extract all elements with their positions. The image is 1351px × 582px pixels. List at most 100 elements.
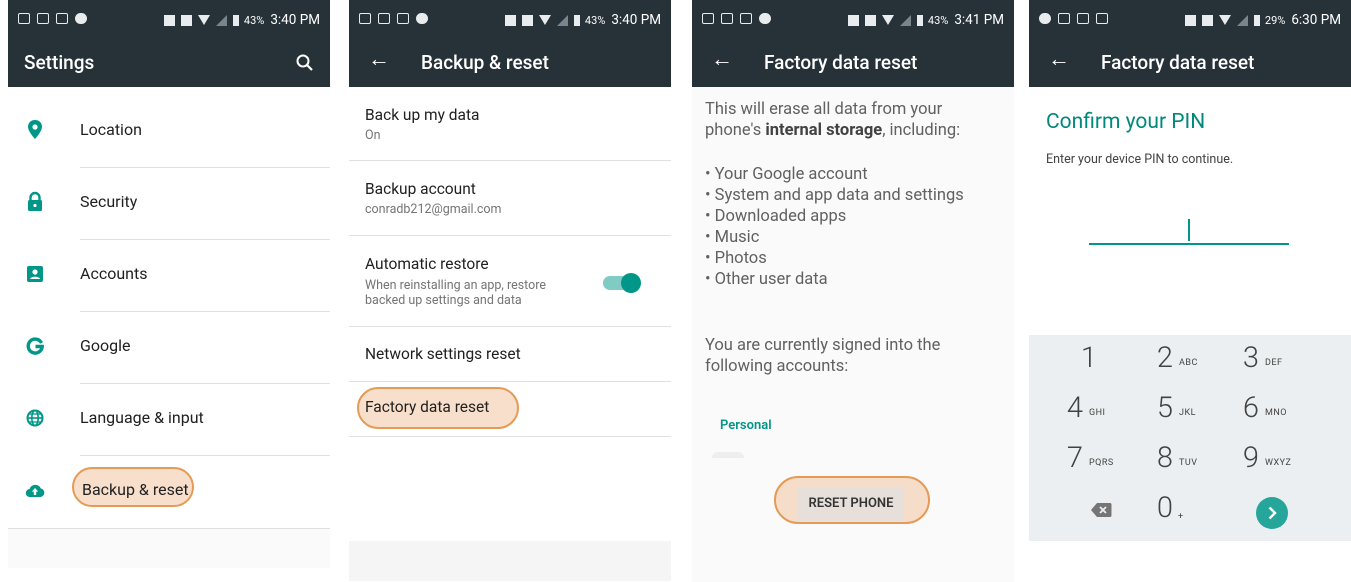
notification-icons xyxy=(18,13,94,24)
nfc-icon xyxy=(847,14,859,26)
backup-account-item[interactable]: Backup account conradb212@gmail.com xyxy=(349,161,671,235)
signal-icon xyxy=(1236,14,1248,26)
system-icons: 43% 3:40 PM xyxy=(499,12,661,28)
app-bar: ← Factory data reset xyxy=(692,40,1014,87)
back-arrow-icon[interactable]: ← xyxy=(368,49,390,71)
google-g-icon xyxy=(26,337,45,355)
settings-item-accounts[interactable]: Accounts xyxy=(8,239,330,311)
warning-text: , including: xyxy=(882,121,961,140)
gallery-notification-icon xyxy=(37,13,49,24)
network-settings-reset-item[interactable]: Network settings reset xyxy=(349,327,671,381)
settings-item-label: Accounts xyxy=(80,264,148,283)
key-digit: 7 xyxy=(1066,441,1083,475)
gallery-notification-icon xyxy=(378,13,390,24)
key-letters: GHI xyxy=(1089,408,1106,418)
signal-icon xyxy=(556,14,568,26)
key-7[interactable]: 7 PQRS xyxy=(1053,435,1133,485)
signed-in-line1: You are currently signed into the xyxy=(705,336,941,355)
clock: 3:41 PM xyxy=(954,12,1004,28)
nfc-icon xyxy=(504,14,516,26)
notification-icons xyxy=(702,13,778,24)
image-notification-icon xyxy=(359,13,371,24)
factory-reset-screen: 43% 3:41 PM ← Factory data reset This wi… xyxy=(692,0,1014,582)
confirm-pin-screen: 29% 6:30 PM ← Factory data reset Confirm… xyxy=(1029,0,1351,582)
settings-item-label: Language & input xyxy=(80,408,204,427)
app-bar: Settings xyxy=(8,40,330,87)
battery-percent: 43% xyxy=(584,13,606,27)
key-3[interactable]: 3 DEF xyxy=(1229,335,1309,385)
settings-item-google[interactable]: Google xyxy=(8,311,330,383)
status-bar: 43% 3:40 PM xyxy=(349,0,671,40)
signed-in-line2: following accounts: xyxy=(705,357,849,376)
image-notification-icon xyxy=(18,13,30,24)
battery-percent: 43% xyxy=(927,13,949,27)
key-digit: 2 xyxy=(1156,341,1173,375)
location-pin-icon xyxy=(28,120,42,139)
list-item: • Your Google account xyxy=(705,165,868,184)
search-icon[interactable] xyxy=(294,52,316,74)
wifi-icon xyxy=(197,15,210,25)
globe-icon xyxy=(26,409,44,427)
key-2[interactable]: 2 ABC xyxy=(1143,335,1223,385)
item-title: Network settings reset xyxy=(365,345,521,363)
key-8[interactable]: 8 TUV xyxy=(1143,435,1223,485)
key-9[interactable]: 9 WXYZ xyxy=(1229,435,1309,485)
automatic-restore-item[interactable]: Automatic restore When reinstalling an a… xyxy=(349,236,671,326)
settings-item-security[interactable]: Security xyxy=(8,167,330,239)
battery-icon xyxy=(916,14,923,26)
back-arrow-icon[interactable]: ← xyxy=(711,49,733,71)
key-1[interactable]: 1 xyxy=(1053,335,1133,385)
factory-data-reset-item[interactable]: Factory data reset xyxy=(349,382,671,436)
nfc-icon xyxy=(163,14,175,26)
reset-warning-line1: This will erase all data from your xyxy=(705,100,943,119)
backup-reset-screen: 43% 3:40 PM ← Backup & reset Back up my … xyxy=(349,0,671,582)
enter-button[interactable] xyxy=(1256,497,1288,529)
key-5[interactable]: 5 JKL xyxy=(1143,385,1223,435)
android-notification-icon xyxy=(759,13,771,24)
account-avatar xyxy=(712,452,744,458)
item-title: Backup account xyxy=(365,180,476,198)
chat-notification-icon xyxy=(56,13,68,24)
app-bar: ← Factory data reset xyxy=(1029,40,1351,87)
key-4[interactable]: 4 GHI xyxy=(1053,385,1133,435)
battery-icon xyxy=(1253,14,1260,26)
list-end xyxy=(349,541,671,581)
list-item: • Downloaded apps xyxy=(705,207,847,226)
page-title: Settings xyxy=(24,51,95,74)
vibrate-icon xyxy=(1201,14,1213,26)
android-notification-icon xyxy=(75,13,87,24)
keyboard-notification-icon xyxy=(1058,13,1070,24)
backup-my-data-item[interactable]: Back up my data On xyxy=(349,87,671,160)
page-title: Factory data reset xyxy=(764,51,918,74)
reset-phone-button[interactable]: RESET PHONE xyxy=(798,487,904,521)
status-bar: 29% 6:30 PM xyxy=(1029,0,1351,40)
battery-icon xyxy=(232,14,239,26)
wifi-icon xyxy=(538,15,551,25)
list-end xyxy=(8,528,330,568)
image-notification-icon xyxy=(702,13,714,24)
message-notification-icon xyxy=(1039,13,1051,24)
settings-item-location[interactable]: Location xyxy=(8,95,330,167)
key-6[interactable]: 6 MNO xyxy=(1229,385,1309,435)
backspace-icon[interactable] xyxy=(1090,502,1112,518)
key-digit: 0 xyxy=(1156,491,1173,525)
erased-data-list: • Your Google account • System and app d… xyxy=(705,164,964,290)
pin-keypad: 1 2 ABC 3 DEF 4 GHI 5 JKL 6 MNO 7 PQRS 8 TUV 9W… xyxy=(1029,335,1351,541)
pin-input[interactable] xyxy=(1089,243,1289,245)
key-0[interactable]: 0 + xyxy=(1143,485,1223,535)
key-letters: TUV xyxy=(1179,458,1198,468)
page-title: Factory data reset xyxy=(1101,51,1255,74)
wifi-icon xyxy=(1218,15,1231,25)
account-icon xyxy=(27,266,43,282)
nfc-icon xyxy=(1184,14,1196,26)
settings-item-language[interactable]: Language & input xyxy=(8,383,330,455)
settings-item-backup-reset[interactable]: Backup & reset xyxy=(8,455,330,527)
page-title: Backup & reset xyxy=(421,51,549,74)
back-arrow-icon[interactable]: ← xyxy=(1048,49,1070,71)
clock: 3:40 PM xyxy=(611,12,661,28)
internal-storage-emphasis: internal storage xyxy=(765,121,883,140)
key-digit: 1 xyxy=(1080,341,1097,375)
automatic-restore-toggle[interactable] xyxy=(621,273,641,293)
vibrate-icon xyxy=(864,14,876,26)
notification-icons xyxy=(359,13,435,24)
